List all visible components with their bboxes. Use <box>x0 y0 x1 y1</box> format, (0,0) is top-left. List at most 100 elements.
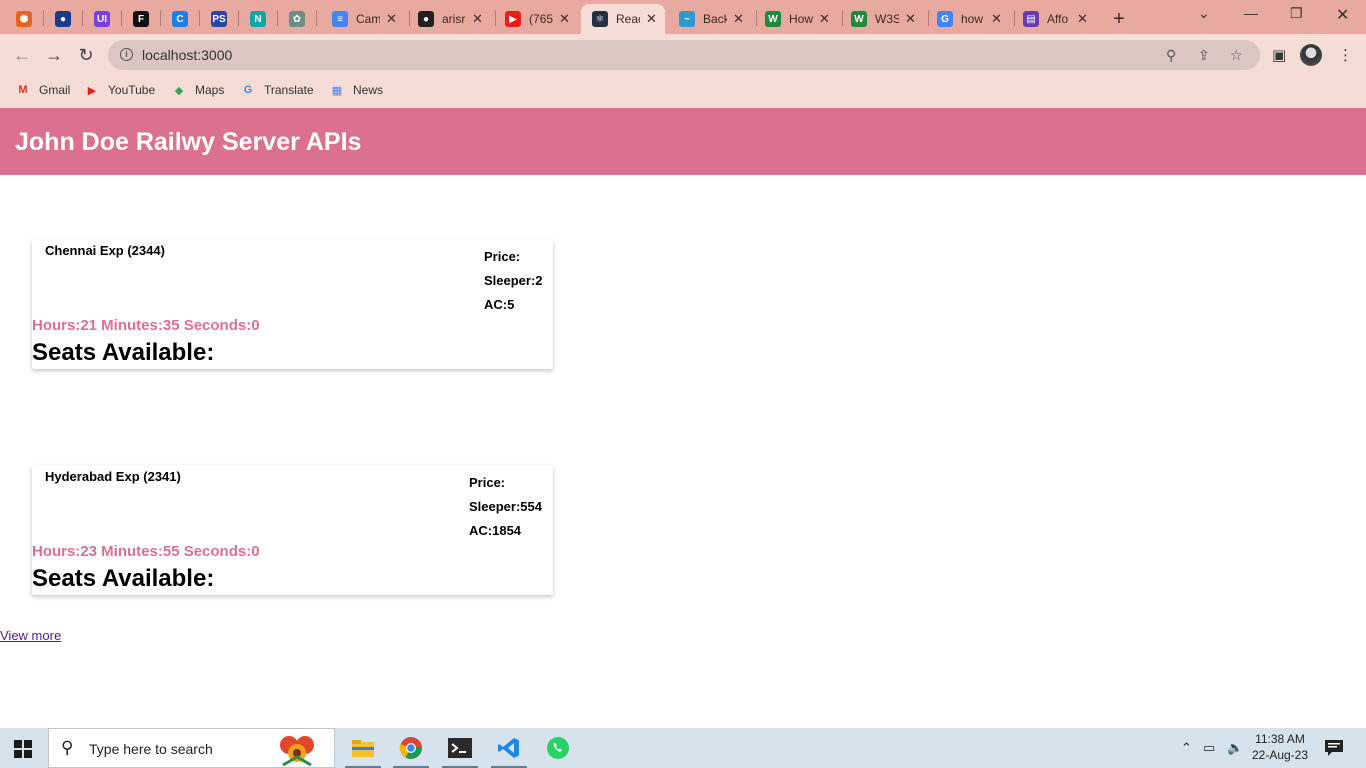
reload-icon[interactable]: ↻ <box>75 44 97 66</box>
bookmark-star-icon[interactable]: ☆ <box>1230 47 1243 64</box>
url-text[interactable]: localhost:3000 <box>142 47 232 63</box>
tab-close-icon[interactable]: ✕ <box>386 11 397 27</box>
browser-tab[interactable]: ● <box>48 4 78 34</box>
tab-separator <box>160 10 161 26</box>
bookmark-maps[interactable]: ◆ Maps <box>171 83 225 97</box>
departure-countdown: Hours:21 Minutes:35 Seconds:0 <box>32 317 260 334</box>
browser-tab-strip: ⬢ ● UI F C PS N ✿ ≡ Cam ✕ ● arisr ✕ ▶ (765 ✕ ⚛ Reac ✕ ~ Back ✕… <box>0 0 1366 34</box>
translate-icon: G <box>243 84 253 96</box>
tab-favicon-icon: ~ <box>679 11 695 27</box>
tab-favicon-icon: W <box>851 11 867 27</box>
close-window-icon[interactable]: ✕ <box>1336 5 1349 25</box>
tab-favicon-icon: G <box>937 11 953 27</box>
browser-tab[interactable]: ≡ Cam ✕ <box>321 4 405 34</box>
back-icon[interactable]: ← <box>11 44 33 66</box>
train-card: Hyderabad Exp (2341) Price: Sleeper:554 … <box>32 465 553 595</box>
new-tab-button[interactable]: + <box>1106 4 1132 34</box>
browser-tab[interactable]: Ghow ✕ <box>926 4 1010 34</box>
ac-price: AC:5 <box>484 297 515 312</box>
notification-icon[interactable] <box>1325 740 1343 761</box>
tab-title: how <box>961 12 984 26</box>
gmail-icon: M <box>18 84 28 96</box>
whatsapp-icon[interactable] <box>534 728 582 768</box>
tab-favicon-icon: PS <box>211 11 227 27</box>
tab-close-icon[interactable]: ✕ <box>991 11 1002 27</box>
bookmark-label: Maps <box>195 83 225 97</box>
browser-tab[interactable]: UI <box>87 4 117 34</box>
address-bar[interactable]: i localhost:3000 ⚲ ⇪ ☆ <box>108 40 1260 70</box>
browser-tab[interactable]: ● arisr ✕ <box>407 4 491 34</box>
tab-title: W3S <box>875 12 899 26</box>
tab-close-icon[interactable]: ✕ <box>1077 11 1088 27</box>
tab-close-icon[interactable]: ✕ <box>559 11 570 27</box>
tab-search-icon[interactable]: ⌄ <box>1198 5 1210 22</box>
clock-time: 11:38 AM <box>1255 732 1305 746</box>
tab-close-icon[interactable]: ✕ <box>733 11 744 27</box>
volume-icon[interactable]: 🔈 <box>1227 740 1243 756</box>
bookmarks-bar: M Gmail ▶ YouTube ◆ Maps G Translate ▦ News <box>0 76 1366 108</box>
tab-separator <box>82 10 83 26</box>
tab-separator <box>43 10 44 26</box>
page-title: John Doe Railwy Server APIs <box>15 128 362 156</box>
bookmark-news[interactable]: ▦ News <box>329 83 383 97</box>
windows-start-icon[interactable] <box>14 740 32 758</box>
tab-close-icon[interactable]: ✕ <box>646 11 657 27</box>
bookmark-label: YouTube <box>108 83 156 97</box>
tab-favicon-icon: ● <box>418 11 434 27</box>
clock-date: 22-Aug-23 <box>1251 748 1309 762</box>
bookmark-translate[interactable]: G Translate <box>240 83 314 97</box>
price-block: Price: Sleeper:2 AC:5 <box>484 245 543 317</box>
tab-favicon-icon: ≡ <box>332 11 348 27</box>
system-clock[interactable]: 11:38 AM 22-Aug-23 <box>1248 731 1312 763</box>
zoom-icon[interactable]: ⚲ <box>1166 47 1176 64</box>
restore-icon[interactable]: ❐ <box>1290 5 1303 22</box>
bookmark-youtube[interactable]: ▶ YouTube <box>84 83 155 97</box>
browser-tab[interactable]: ▶ (765 ✕ <box>494 4 578 34</box>
bookmark-gmail[interactable]: M Gmail <box>15 83 70 97</box>
tab-separator <box>238 10 239 26</box>
battery-icon[interactable]: ▭ <box>1203 740 1215 756</box>
browser-tab[interactable]: W W3S ✕ <box>840 4 924 34</box>
side-panel-icon[interactable]: ▣ <box>1272 46 1286 64</box>
terminal-icon[interactable] <box>436 728 484 768</box>
browser-tab[interactable]: ⬢ <box>9 4 39 34</box>
taskbar-search-input[interactable]: ⚲ Type here to search <box>48 728 335 768</box>
tab-title: arisr <box>442 12 466 26</box>
browser-tab[interactable]: C <box>165 4 195 34</box>
share-icon[interactable]: ⇪ <box>1198 47 1210 64</box>
browser-tab[interactable]: ⚛ Reac ✕ <box>581 4 665 34</box>
tab-favicon-icon: ⚛ <box>592 11 608 27</box>
seats-available: Seats Available: <box>32 565 215 592</box>
tab-close-icon[interactable]: ✕ <box>819 11 830 27</box>
tab-separator <box>121 10 122 26</box>
file-explorer-icon[interactable] <box>339 728 387 768</box>
tab-separator <box>199 10 200 26</box>
price-label: Price: <box>469 475 506 490</box>
vscode-icon[interactable] <box>485 728 533 768</box>
chrome-icon[interactable] <box>387 728 435 768</box>
site-info-icon[interactable]: i <box>120 48 133 61</box>
browser-tab[interactable]: F <box>126 4 156 34</box>
tab-close-icon[interactable]: ✕ <box>472 11 483 27</box>
tab-favicon-icon: UI <box>94 11 110 27</box>
minimize-icon[interactable]: — <box>1244 5 1258 21</box>
browser-tab[interactable]: W How ✕ <box>754 4 838 34</box>
browser-tab[interactable]: ✿ <box>282 4 312 34</box>
bookmark-label: Translate <box>264 83 314 97</box>
browser-tab[interactable]: ▤ Affo ✕ <box>1012 4 1096 34</box>
forward-icon[interactable]: → <box>43 44 65 66</box>
show-hidden-icons-icon[interactable]: ⌃ <box>1181 740 1192 756</box>
profile-avatar[interactable] <box>1300 44 1322 66</box>
tab-favicon-icon: ⬢ <box>16 11 32 27</box>
view-more-link[interactable]: View more <box>0 628 61 643</box>
tab-separator <box>277 10 278 26</box>
browser-tab[interactable]: PS <box>204 4 234 34</box>
youtube-icon: ▶ <box>87 84 97 97</box>
browser-tab[interactable]: ~ Back ✕ <box>668 4 752 34</box>
search-icon: ⚲ <box>61 738 74 757</box>
news-icon: ▦ <box>331 84 343 97</box>
sleeper-price: Sleeper:2 <box>484 273 543 288</box>
menu-kebab-icon[interactable]: ⋮ <box>1338 46 1353 64</box>
browser-tab[interactable]: N <box>243 4 273 34</box>
tab-close-icon[interactable]: ✕ <box>905 11 916 27</box>
